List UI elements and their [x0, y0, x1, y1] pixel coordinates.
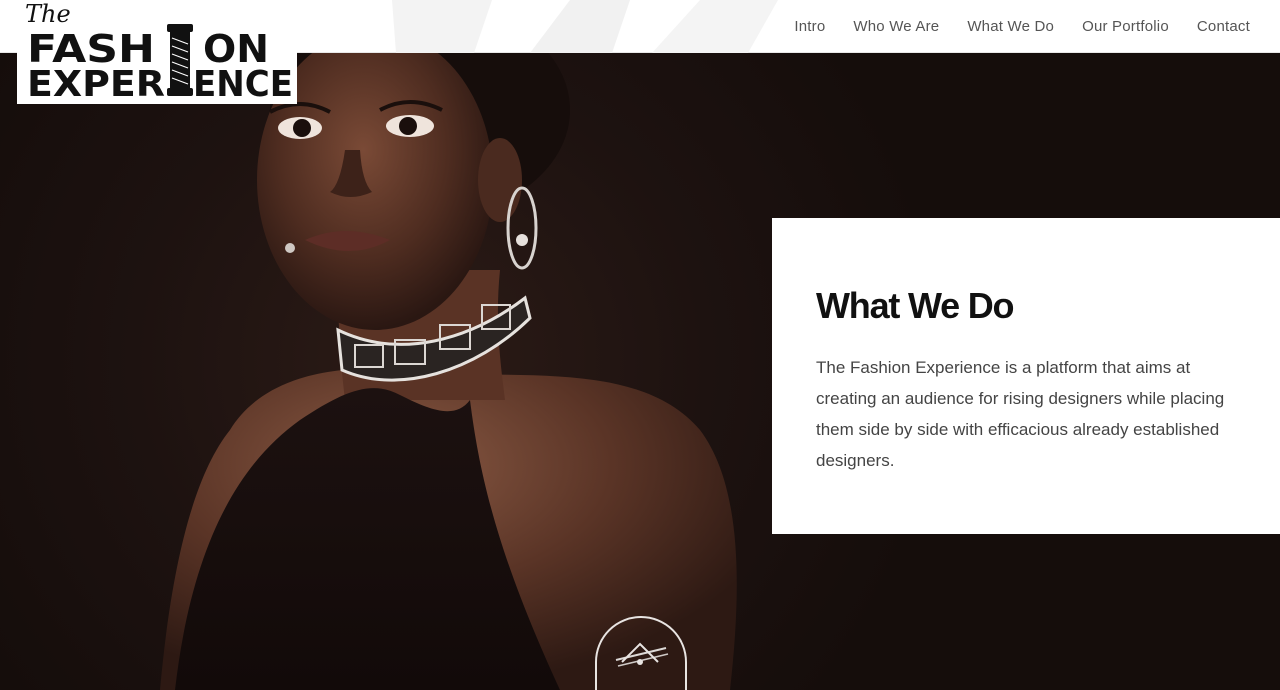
nav-contact[interactable]: Contact: [1183, 18, 1264, 35]
nav-intro[interactable]: Intro: [780, 18, 839, 35]
logo-graphic: The FASH ON EXPER ENCE: [25, 0, 293, 105]
logo-line2-right: ENCE: [193, 64, 293, 104]
scroll-down-icon: [595, 616, 687, 690]
nav-what-we-do[interactable]: What We Do: [953, 18, 1068, 35]
page: Intro Who We Are What We Do Our Portfoli…: [0, 0, 1280, 690]
section-title: What We Do: [816, 285, 1015, 326]
section-description: The Fashion Experience is a platform tha…: [816, 358, 1225, 470]
site-logo[interactable]: The FASH ON EXPER ENCE: [17, 0, 297, 105]
what-we-do-card: What We Do The Fashion Experience is a p…: [772, 218, 1280, 534]
scroll-down-button[interactable]: [594, 616, 688, 690]
logo-script-word: The: [25, 0, 71, 28]
thread-spool-icon: [167, 24, 193, 96]
main-nav: Intro Who We Are What We Do Our Portfoli…: [780, 0, 1264, 53]
logo-line2-left: EXPER: [27, 64, 165, 104]
nav-our-portfolio[interactable]: Our Portfolio: [1068, 18, 1183, 35]
nav-who-we-are[interactable]: Who We Are: [839, 18, 953, 35]
header-decoration: [392, 0, 778, 53]
